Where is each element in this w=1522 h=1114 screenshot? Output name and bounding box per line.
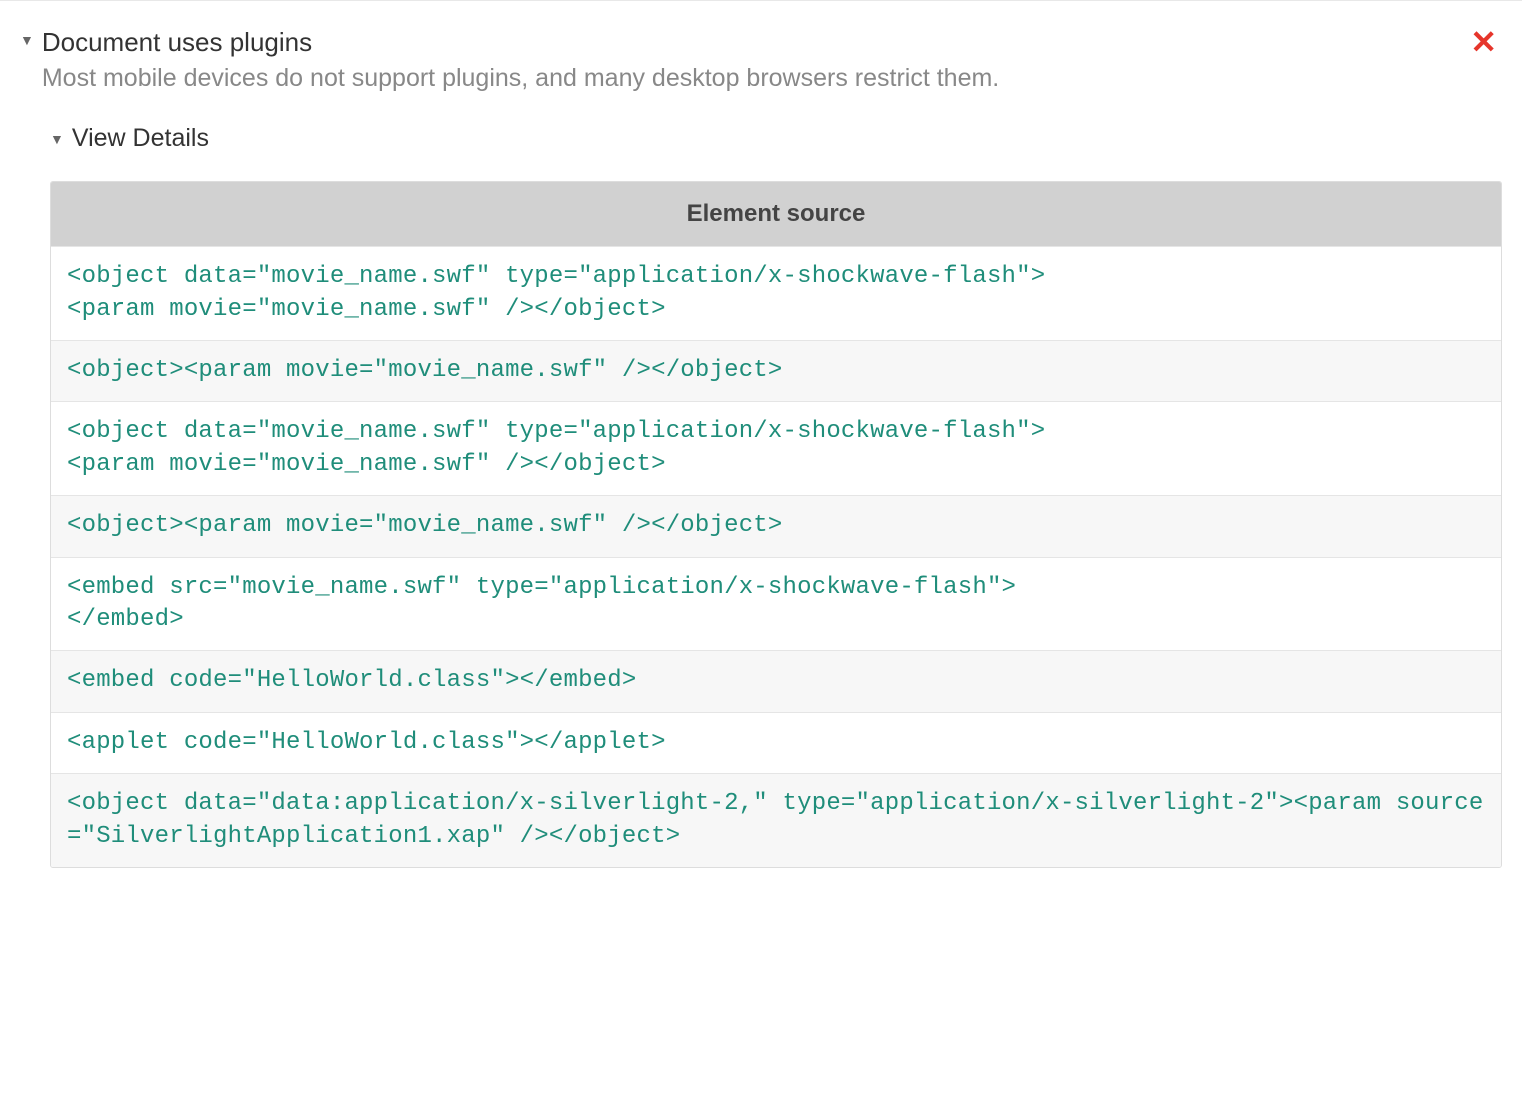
code-content: <embed code="HelloWorld.class"></embed> xyxy=(67,665,1485,697)
code-content: <object><param movie="movie_name.swf" />… xyxy=(67,510,1485,542)
code-content: <object data="data:application/x-silverl… xyxy=(67,788,1485,853)
table-row: <object data="movie_name.swf" type="appl… xyxy=(51,401,1501,495)
audit-header: ▼ Document uses plugins Most mobile devi… xyxy=(20,26,1502,94)
code-content: <object data="movie_name.swf" type="appl… xyxy=(67,416,1485,481)
table-row: <object data="movie_name.swf" type="appl… xyxy=(51,246,1501,340)
table-header: Element source xyxy=(51,182,1501,246)
audit-description: Most mobile devices do not support plugi… xyxy=(42,62,1502,95)
code-content: <applet code="HelloWorld.class"></applet… xyxy=(67,727,1485,759)
audit-title: Document uses plugins xyxy=(42,26,1502,60)
chevron-down-icon[interactable]: ▼ xyxy=(20,32,34,48)
code-content: <object data="movie_name.swf" type="appl… xyxy=(67,261,1485,326)
table-row: <embed code="HelloWorld.class"></embed> xyxy=(51,650,1501,711)
table-row: <object><param movie="movie_name.swf" />… xyxy=(51,495,1501,556)
chevron-down-icon[interactable]: ▼ xyxy=(50,131,64,147)
table-row: <object data="data:application/x-silverl… xyxy=(51,773,1501,867)
code-content: <object><param movie="movie_name.swf" />… xyxy=(67,355,1485,387)
audit-item: ✕ ▼ Document uses plugins Most mobile de… xyxy=(0,0,1522,908)
audit-title-block: Document uses plugins Most mobile device… xyxy=(42,26,1502,94)
details-table: Element source <object data="movie_name.… xyxy=(50,181,1502,868)
details-section: ▼ View Details Element source <object da… xyxy=(50,124,1502,868)
table-row: <applet code="HelloWorld.class"></applet… xyxy=(51,712,1501,773)
details-header[interactable]: ▼ View Details xyxy=(50,124,1502,153)
table-row: <object><param movie="movie_name.swf" />… xyxy=(51,340,1501,401)
code-content: <embed src="movie_name.swf" type="applic… xyxy=(67,572,1485,637)
details-title: View Details xyxy=(72,124,209,153)
fail-icon: ✕ xyxy=(1470,26,1497,58)
table-row: <embed src="movie_name.swf" type="applic… xyxy=(51,557,1501,651)
